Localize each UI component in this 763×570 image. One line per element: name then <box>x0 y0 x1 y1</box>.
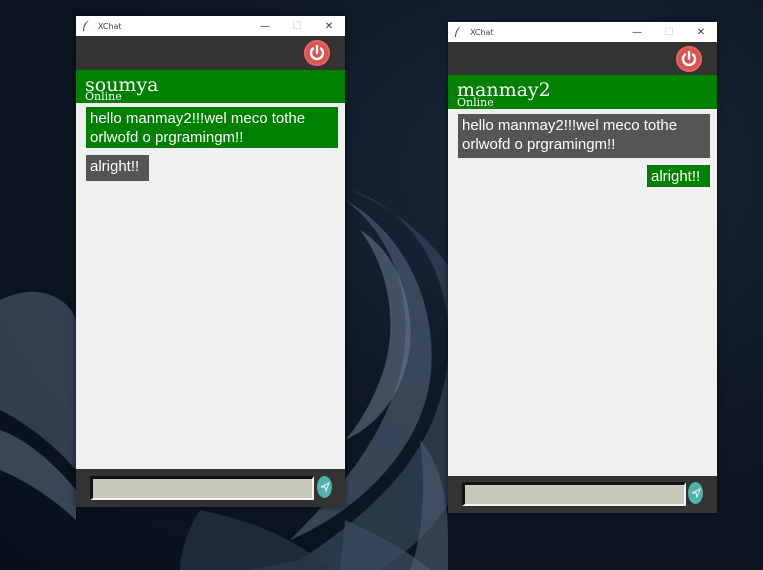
contact-header: soumya Online <box>76 70 345 103</box>
top-bar <box>76 36 345 70</box>
message-bubble: alright!! <box>647 165 710 187</box>
title-bar[interactable]: XChat — ☐ ✕ <box>76 16 345 36</box>
minimize-button[interactable]: — <box>249 16 281 36</box>
contact-status: Online <box>457 96 494 109</box>
message-area[interactable]: hello manmay2!!!wel meco tothe orlwofd o… <box>448 109 717 475</box>
top-bar <box>448 42 717 75</box>
window-title: XChat <box>470 27 494 37</box>
close-button[interactable]: ✕ <box>313 16 345 36</box>
maximize-button[interactable]: ☐ <box>653 22 685 42</box>
message-input[interactable] <box>90 476 314 500</box>
message-input[interactable] <box>462 482 686 506</box>
maximize-button[interactable]: ☐ <box>281 16 313 36</box>
input-bar <box>448 476 717 513</box>
message-bubble: hello manmay2!!!wel meco tothe orlwofd o… <box>86 107 338 148</box>
window-title: XChat <box>98 21 122 31</box>
send-icon[interactable] <box>688 482 703 504</box>
message-area[interactable]: hello manmay2!!!wel meco tothe orlwofd o… <box>76 103 345 469</box>
contact-header: manmay2 Online <box>448 75 717 109</box>
contact-status: Online <box>85 90 122 103</box>
feather-icon <box>82 20 94 32</box>
title-bar[interactable]: XChat — ☐ ✕ <box>448 22 717 42</box>
feather-icon <box>454 26 466 38</box>
send-icon[interactable] <box>317 476 332 498</box>
input-bar <box>76 469 345 507</box>
message-bubble: alright!! <box>86 155 149 181</box>
power-icon[interactable] <box>304 40 330 66</box>
message-bubble: hello manmay2!!!wel meco tothe orlwofd o… <box>458 114 710 158</box>
minimize-button[interactable]: — <box>621 22 653 42</box>
chat-window-manmay2: XChat — ☐ ✕ manmay2 Online hello manmay2… <box>448 22 717 513</box>
close-button[interactable]: ✕ <box>685 22 717 42</box>
power-icon[interactable] <box>676 46 702 72</box>
chat-window-soumya: XChat — ☐ ✕ soumya Online hello manmay2!… <box>76 16 345 507</box>
